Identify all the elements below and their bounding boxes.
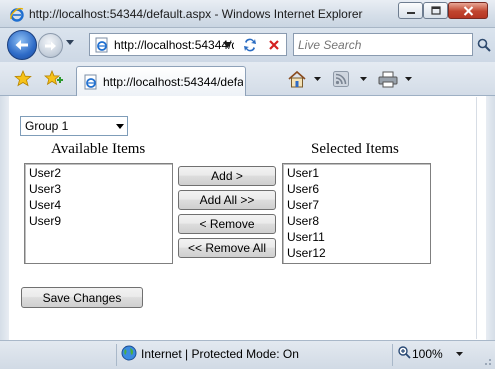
globe-icon: [121, 345, 137, 361]
vertical-scrollbar[interactable]: [476, 97, 486, 339]
zoom-icon[interactable]: [398, 346, 411, 359]
list-item[interactable]: User1: [287, 166, 319, 180]
status-divider: [116, 344, 117, 366]
add-favorites-icon[interactable]: [44, 70, 64, 87]
stop-icon: [269, 40, 279, 50]
save-changes-button[interactable]: Save Changes: [21, 287, 143, 308]
window-title: http://localhost:54344/default.aspx - Wi…: [29, 7, 363, 21]
forward-button[interactable]: [38, 33, 63, 58]
compat-view-icon: [244, 38, 256, 52]
maximize-button[interactable]: [423, 2, 448, 19]
favorites-star-icon[interactable]: [14, 70, 32, 87]
list-item[interactable]: User4: [29, 198, 61, 212]
list-item[interactable]: User11: [287, 230, 325, 244]
add-button[interactable]: Add >: [178, 166, 276, 186]
close-button[interactable]: [448, 2, 488, 19]
window-frame-left: [0, 96, 9, 341]
history-dropdown-icon[interactable]: [66, 40, 74, 45]
window-title-bar: http://localhost:54344/default.aspx - Wi…: [0, 0, 495, 28]
list-item[interactable]: User8: [287, 214, 319, 228]
print-icon[interactable]: [378, 71, 398, 88]
status-bar: Internet | Protected Mode: On 100%: [0, 340, 495, 369]
print-dropdown-icon[interactable]: [405, 77, 412, 81]
address-field[interactable]: http://localhost:54344/default.aspx: [89, 33, 287, 56]
page-ie-icon: [95, 37, 108, 53]
list-item[interactable]: User7: [287, 198, 319, 212]
search-icon: [477, 38, 491, 52]
back-button[interactable]: [7, 30, 37, 60]
add-all-button[interactable]: Add All >>: [178, 190, 276, 210]
list-item[interactable]: User9: [29, 214, 61, 228]
selected-items-label: Selected Items: [311, 141, 399, 157]
search-input[interactable]: [298, 37, 468, 53]
group-dropdown-value: Group 1: [25, 119, 69, 133]
list-item[interactable]: User3: [29, 182, 61, 196]
remove-all-button[interactable]: << Remove All: [178, 238, 276, 258]
stop-button[interactable]: [264, 36, 284, 54]
selected-items-list[interactable]: User1 User6 User7 User8 User11 User12: [282, 163, 431, 264]
maximize-icon: [430, 6, 441, 15]
group-dropdown[interactable]: Group 1: [20, 116, 128, 136]
resize-grip-icon[interactable]: [482, 356, 492, 366]
zoom-level[interactable]: 100%: [412, 347, 443, 361]
ie-icon: [10, 7, 24, 22]
chevron-down-icon: [116, 124, 124, 129]
feeds-icon[interactable]: [333, 71, 349, 87]
list-item[interactable]: User6: [287, 182, 319, 196]
close-icon: [463, 5, 473, 16]
search-button[interactable]: [474, 33, 494, 56]
tab-ie-icon: [84, 74, 97, 90]
tab-label: http://localhost:54344/default.aspx: [103, 75, 243, 89]
home-icon[interactable]: [287, 70, 307, 88]
zoom-dropdown-icon[interactable]: [456, 352, 463, 356]
window-frame-right: [486, 96, 495, 341]
available-items-label: Available Items: [51, 141, 146, 157]
address-toolbar: http://localhost:54344/default.aspx: [0, 28, 495, 62]
list-item[interactable]: User12: [287, 246, 326, 260]
address-url: http://localhost:54344/default.aspx: [114, 38, 234, 52]
security-zone-text: Internet | Protected Mode: On: [141, 347, 299, 361]
remove-button[interactable]: < Remove: [178, 214, 276, 234]
available-items-list[interactable]: User2 User3 User4 User9: [24, 163, 173, 264]
status-divider: [392, 344, 393, 366]
feeds-dropdown-icon[interactable]: [360, 77, 367, 81]
address-dropdown-icon[interactable]: [223, 42, 232, 48]
minimize-icon: [406, 11, 415, 14]
back-arrow-icon: [15, 40, 28, 50]
compatibility-button[interactable]: [240, 36, 260, 54]
list-item[interactable]: User2: [29, 166, 61, 180]
minimize-button[interactable]: [398, 2, 423, 19]
forward-arrow-icon: [45, 41, 56, 50]
home-dropdown-icon[interactable]: [314, 77, 321, 81]
search-field[interactable]: [293, 33, 473, 56]
tab-command-bar: http://localhost:54344/default.aspx: [0, 62, 495, 96]
tab-current-page[interactable]: http://localhost:54344/default.aspx: [76, 66, 246, 96]
